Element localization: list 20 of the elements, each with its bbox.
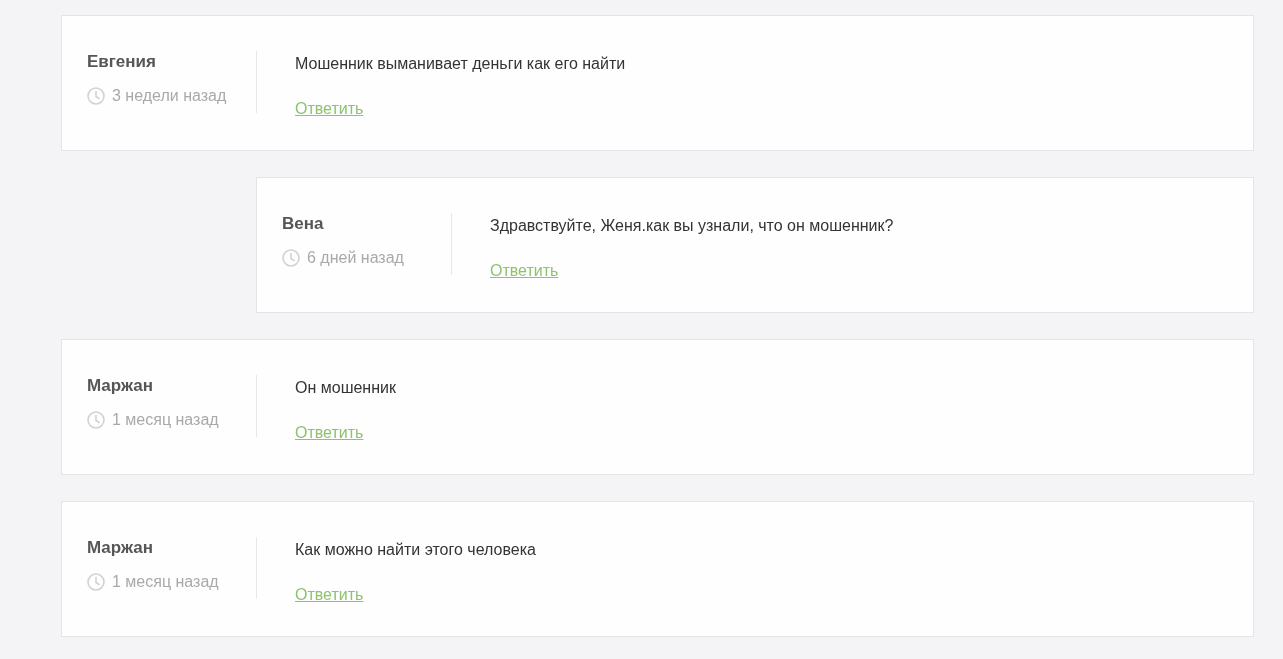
reply-link[interactable]: Ответить: [295, 98, 364, 120]
comment-time: 6 дней назад: [307, 248, 404, 268]
reply-link[interactable]: Ответить: [490, 260, 559, 282]
comment-time: 1 месяц назад: [112, 572, 219, 592]
comment-text: Здравствуйте, Женя.как вы узнали, что он мошенник?: [490, 216, 894, 236]
clock-icon: [282, 249, 300, 267]
clock-icon: [87, 573, 105, 591]
comment-text: Мошенник выманивает деньги как его найти: [295, 54, 626, 74]
author-name: Вена: [282, 213, 325, 235]
comment-text: Как можно найти этого человека: [295, 540, 536, 560]
reply-link[interactable]: Ответить: [295, 584, 364, 606]
author-name: Маржан: [87, 375, 154, 397]
comment-time: 3 недели назад: [112, 86, 227, 106]
clock-icon: [87, 411, 105, 429]
author-name: Маржан: [87, 537, 154, 559]
comment-time: 1 месяц назад: [112, 410, 219, 430]
author-name: Евгения: [87, 51, 157, 73]
reply-link[interactable]: Ответить: [295, 422, 364, 444]
clock-icon: [87, 87, 105, 105]
comment-text: Он мошенник: [295, 378, 396, 398]
